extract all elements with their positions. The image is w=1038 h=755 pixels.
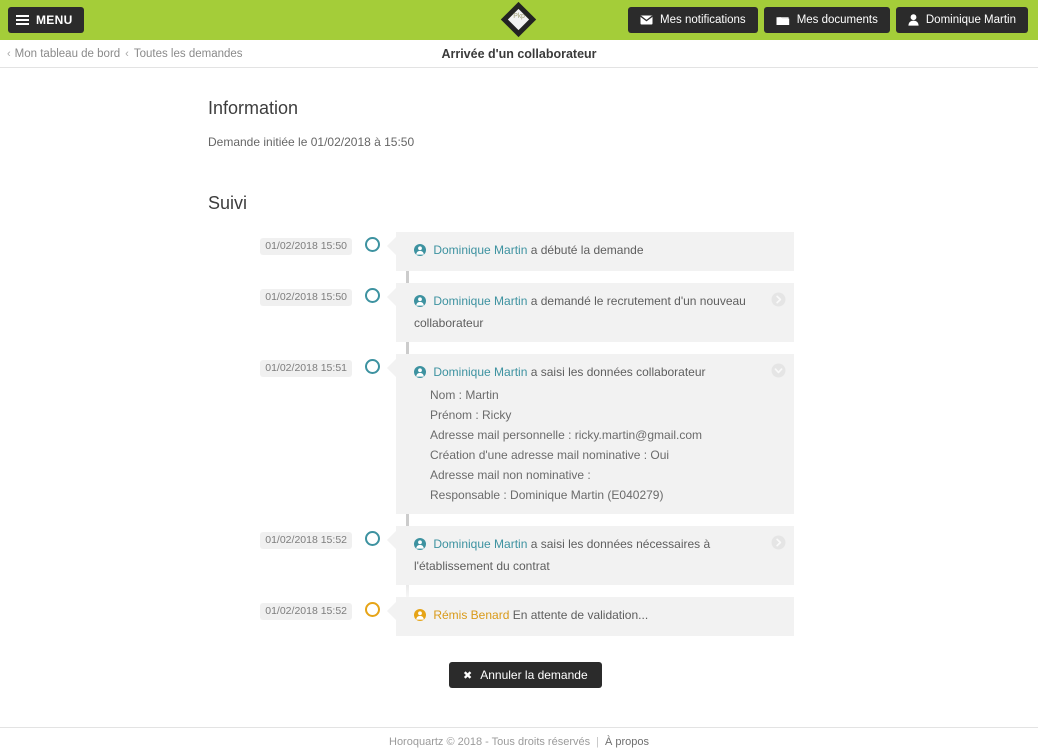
menu-button[interactable]: MENU bbox=[8, 7, 84, 33]
timeline-event-headline: Dominique Martin a demandé le recrutemen… bbox=[414, 291, 768, 333]
user-account-label: Dominique Martin bbox=[925, 14, 1016, 26]
timeline-event: 01/02/2018 15:50 Dominique Martin a dema… bbox=[208, 283, 1038, 342]
my-notifications-label: Mes notifications bbox=[660, 14, 746, 26]
timeline-event-card[interactable]: Dominique Martin a saisi les données col… bbox=[387, 354, 794, 514]
logo-text: Pkp bbox=[513, 13, 525, 20]
my-documents-label: Mes documents bbox=[796, 14, 878, 26]
timeline-event-headline: Dominique Martin a débuté la demande bbox=[414, 240, 768, 262]
user-account-button[interactable]: Dominique Martin bbox=[895, 7, 1028, 33]
footer-separator: | bbox=[596, 735, 599, 748]
timeline-node bbox=[360, 232, 384, 252]
app-logo[interactable]: Pkp bbox=[500, 1, 537, 38]
timeline-event-card[interactable]: Dominique Martin a débuté la demande bbox=[387, 232, 794, 271]
page-footer: Horoquartz © 2018 - Tous droits réservés… bbox=[0, 727, 1038, 755]
person-icon bbox=[414, 536, 426, 556]
envelope-icon bbox=[640, 15, 653, 25]
person-icon bbox=[414, 242, 426, 262]
hamburger-icon bbox=[16, 15, 29, 25]
breadcrumb: ‹ Mon tableau de bord ‹ Toutes les deman… bbox=[7, 48, 243, 60]
timeline-event-card[interactable]: Dominique Martin a saisi les données néc… bbox=[387, 526, 794, 585]
menu-button-label: MENU bbox=[36, 13, 73, 27]
top-header-bar: MENU Pkp Mes notifications Mes documents… bbox=[0, 0, 1038, 40]
timeline-event: 01/02/2018 15:52 Rémis Benard En attente bbox=[208, 597, 1038, 636]
timeline-event: 01/02/2018 15:52 Dominique Martin a sais… bbox=[208, 526, 1038, 585]
timeline-event-actor: Rémis Benard bbox=[433, 608, 510, 622]
timeline-event-action: a débuté la demande bbox=[530, 243, 644, 257]
header-actions: Mes notifications Mes documents Dominiqu… bbox=[628, 7, 1030, 33]
breadcrumb-chevron-icon-2: ‹ bbox=[125, 47, 129, 60]
timeline-event-time: 01/02/2018 15:50 bbox=[208, 283, 360, 306]
timestamp-badge: 01/02/2018 15:50 bbox=[260, 289, 352, 306]
timeline-node bbox=[360, 526, 384, 546]
cancel-request-button[interactable]: ✖ Annuler la demande bbox=[449, 662, 602, 688]
person-icon bbox=[414, 293, 426, 313]
actions-row: ✖ Annuler la demande bbox=[0, 662, 1038, 688]
information-section: Information Demande initiée le 01/02/201… bbox=[0, 98, 1038, 214]
person-icon bbox=[414, 607, 426, 627]
detail-line-create-named-email: Création d'une adresse mail nominative :… bbox=[430, 448, 670, 462]
footer-about-link[interactable]: À propos bbox=[605, 736, 649, 748]
chevron-right-icon[interactable] bbox=[771, 292, 786, 307]
breadcrumb-bar: ‹ Mon tableau de bord ‹ Toutes les deman… bbox=[0, 40, 1038, 68]
activity-timeline: 01/02/2018 15:50 Dominique Martin a débu… bbox=[0, 232, 1038, 636]
timeline-event-time: 01/02/2018 15:50 bbox=[208, 232, 360, 255]
person-icon bbox=[414, 364, 426, 384]
timeline-event-actor: Dominique Martin bbox=[433, 537, 528, 551]
timeline-node-ring-icon bbox=[364, 602, 380, 617]
timeline-event-actor: Dominique Martin bbox=[433, 365, 528, 379]
folder-icon bbox=[776, 15, 790, 26]
timeline-event-action: En attente de validation... bbox=[512, 608, 649, 622]
chevron-right-icon[interactable] bbox=[771, 535, 786, 550]
cancel-request-label: Annuler la demande bbox=[480, 668, 588, 682]
timeline-event-card[interactable]: Rémis Benard En attente de validation... bbox=[387, 597, 794, 636]
timeline-event: 01/02/2018 15:51 Dominique Martin a sais… bbox=[208, 354, 1038, 514]
breadcrumb-chevron-icon-1: ‹ bbox=[7, 47, 11, 60]
timestamp-badge: 01/02/2018 15:52 bbox=[260, 532, 352, 549]
timeline-event-headline: Dominique Martin a saisi les données col… bbox=[414, 362, 768, 384]
close-icon: ✖ bbox=[463, 669, 473, 682]
timestamp-badge: 01/02/2018 15:51 bbox=[260, 360, 352, 377]
information-heading: Information bbox=[208, 98, 299, 118]
timeline-event-card[interactable]: Dominique Martin a demandé le recrutemen… bbox=[387, 283, 794, 342]
timeline-event-time: 01/02/2018 15:51 bbox=[208, 354, 360, 377]
timeline-node bbox=[360, 283, 384, 303]
timeline-event-time: 01/02/2018 15:52 bbox=[208, 526, 360, 549]
timeline-event: 01/02/2018 15:50 Dominique Martin a débu… bbox=[208, 232, 1038, 271]
breadcrumb-item-all-requests[interactable]: Toutes les demandes bbox=[134, 48, 243, 60]
timeline-event-actor: Dominique Martin bbox=[433, 294, 528, 308]
timeline-event-details: Nom : Martin Prénom : Ricky Adresse mail… bbox=[414, 385, 768, 505]
timeline-event-headline: Dominique Martin a saisi les données néc… bbox=[414, 534, 768, 576]
detail-line-responsable: Responsable : Dominique Martin (E040279) bbox=[430, 488, 664, 502]
timeline-node-ring-icon bbox=[364, 237, 380, 252]
timeline-node-ring-icon bbox=[364, 288, 380, 303]
detail-line-nom: Nom : Martin bbox=[430, 388, 499, 402]
timeline-node-ring-icon bbox=[364, 531, 380, 546]
detail-line-prenom: Prénom : Ricky bbox=[430, 408, 512, 422]
timeline-event-time: 01/02/2018 15:52 bbox=[208, 597, 360, 620]
timeline-node bbox=[360, 597, 384, 617]
breadcrumb-item-dashboard[interactable]: Mon tableau de bord bbox=[15, 48, 121, 60]
timestamp-badge: 01/02/2018 15:52 bbox=[260, 603, 352, 620]
timeline-event-actor: Dominique Martin bbox=[433, 243, 528, 257]
suivi-heading: Suivi bbox=[208, 193, 248, 213]
detail-line-personal-email: Adresse mail personnelle : ricky.martin@… bbox=[430, 428, 703, 442]
my-documents-button[interactable]: Mes documents bbox=[763, 7, 890, 33]
user-icon bbox=[908, 14, 919, 26]
timeline-node bbox=[360, 354, 384, 374]
request-initiated-line: Demande initiée le 01/02/2018 à 15:50 bbox=[208, 135, 415, 149]
main-content: Information Demande initiée le 01/02/201… bbox=[0, 68, 1038, 688]
my-notifications-button[interactable]: Mes notifications bbox=[628, 7, 758, 33]
timeline-event-action: a saisi les données collaborateur bbox=[530, 365, 706, 379]
chevron-down-icon[interactable] bbox=[771, 363, 786, 378]
footer-copyright: Horoquartz © 2018 - Tous droits réservés bbox=[389, 735, 591, 748]
detail-line-non-named-email: Adresse mail non nominative : bbox=[430, 468, 591, 482]
timestamp-badge: 01/02/2018 15:50 bbox=[260, 238, 352, 255]
timeline-node-ring-icon bbox=[364, 359, 380, 374]
timeline-event-headline: Rémis Benard En attente de validation... bbox=[414, 605, 768, 627]
